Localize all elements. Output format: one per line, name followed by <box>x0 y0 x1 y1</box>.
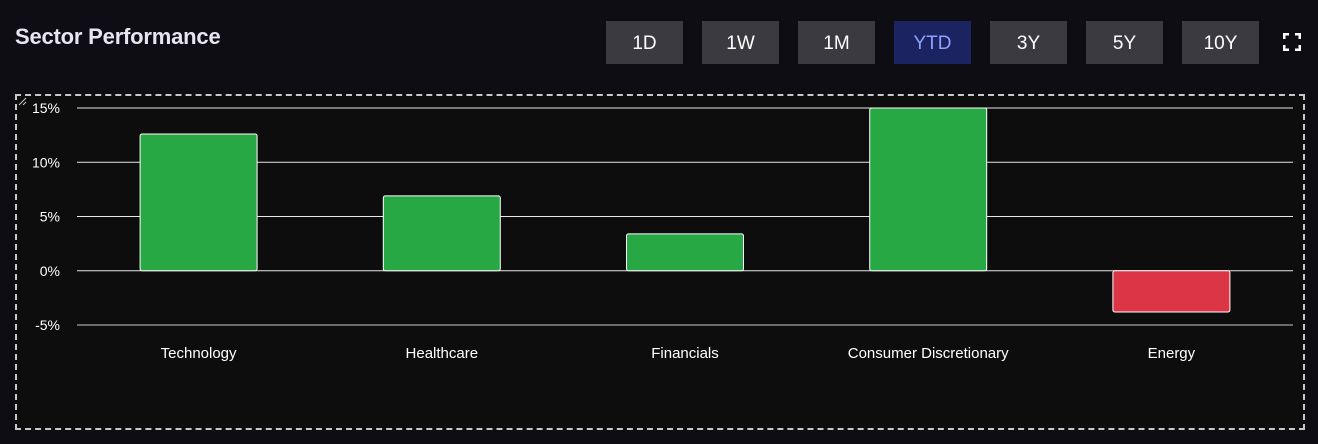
x-category-label: Energy <box>1148 345 1196 362</box>
chart-container: 15% 10% 5% 0% -5% Technology Healthcare Financi… <box>15 94 1305 430</box>
bar <box>139 133 258 272</box>
x-category-label: Consumer Discretionary <box>848 345 1009 362</box>
y-tick-label: 15% <box>32 100 60 116</box>
range-button-5y[interactable]: 5Y <box>1086 21 1163 64</box>
x-category-label: Financials <box>651 345 719 362</box>
x-category-label: Technology <box>161 345 237 362</box>
bar <box>626 233 744 272</box>
bar-chart: 15% 10% 5% 0% -5% Technology Healthcare Financi… <box>32 100 1293 362</box>
chart-title: Sector Performance <box>15 24 221 49</box>
range-button-1d[interactable]: 1D <box>606 21 683 64</box>
range-button-ytd[interactable]: YTD <box>894 21 971 64</box>
bar <box>869 107 988 272</box>
x-category-label: Healthcare <box>406 345 479 362</box>
y-tick-label: 0% <box>40 263 60 279</box>
fullscreen-icon[interactable] <box>1282 32 1302 52</box>
bar <box>1112 270 1231 313</box>
resize-grip-icon[interactable] <box>17 96 27 106</box>
range-button-1m[interactable]: 1M <box>798 21 875 64</box>
y-tick-label: 5% <box>40 209 60 225</box>
range-button-1w[interactable]: 1W <box>702 21 779 64</box>
bar <box>382 195 501 272</box>
range-button-3y[interactable]: 3Y <box>990 21 1067 64</box>
y-tick-label: 10% <box>32 154 60 170</box>
range-button-10y[interactable]: 10Y <box>1182 21 1259 64</box>
y-tick-label: -5% <box>35 317 60 333</box>
